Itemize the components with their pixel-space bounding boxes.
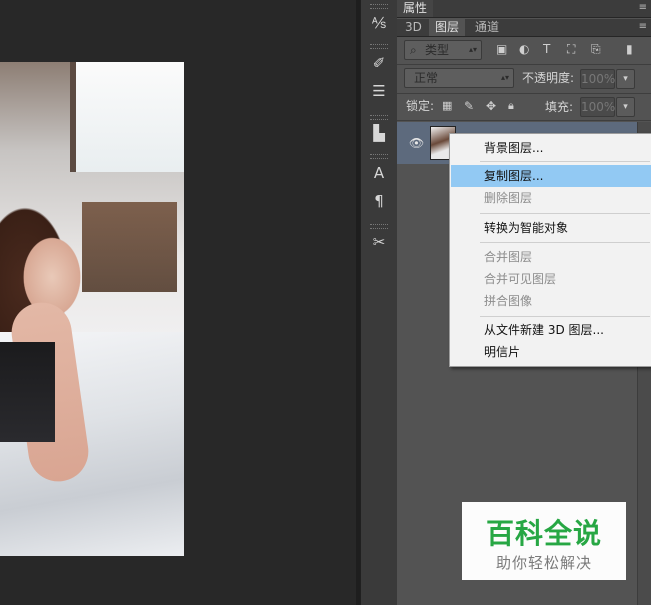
history-icon[interactable]: ⅍ (366, 12, 392, 34)
lock-move-icon[interactable]: ✥ (486, 97, 496, 115)
menu-item-merge-visible[interactable]: 合并可见图层 (451, 268, 651, 290)
menu-item-convert-smart-object[interactable]: 转换为智能对象 (451, 217, 651, 239)
document-canvas[interactable] (0, 0, 356, 605)
menu-item-delete-layer[interactable]: 删除图层 (451, 187, 651, 209)
lock-all-icon[interactable]: 🔒︎ (508, 97, 514, 115)
menu-item-duplicate-layer[interactable]: 复制图层... (451, 165, 651, 187)
menu-separator (480, 242, 650, 243)
tab-channels[interactable]: 通道 (469, 19, 505, 36)
menu-separator (480, 316, 650, 317)
layers-menu-icon[interactable]: ≡ (639, 19, 647, 34)
lock-transparent-icon[interactable]: ▦ (442, 97, 452, 115)
dock-grip[interactable] (370, 224, 388, 229)
menu-item-background-layer[interactable]: 背景图层... (451, 137, 651, 159)
separator (397, 64, 651, 65)
tool-presets-icon[interactable]: ✂ (366, 231, 392, 253)
chevron-down-icon: ▴▾ (500, 73, 509, 82)
tab-layers[interactable]: 图层 (429, 19, 466, 36)
properties-tabbar: 属性 ≡ (397, 0, 651, 18)
menu-separator (480, 161, 650, 162)
dock-grip[interactable] (370, 4, 388, 9)
menu-separator (480, 213, 650, 214)
opacity-dropdown-button[interactable]: ▾ (616, 69, 635, 89)
filter-kind-label: 类型 (425, 43, 450, 57)
search-icon: ⌕ (410, 43, 417, 57)
chevron-down-icon: ▴▾ (468, 45, 477, 54)
photo-image (0, 62, 184, 556)
watermark-title: 百科全说 (485, 517, 602, 550)
character-icon[interactable]: A (366, 162, 392, 184)
fill-label: 填充: (545, 100, 574, 114)
shape-filter-icon[interactable]: ⛶ (567, 40, 575, 58)
separator (397, 120, 651, 121)
watermark-logo: 百科全说 助你轻松解决 (462, 502, 626, 580)
fill-dropdown-button[interactable]: ▾ (616, 97, 635, 117)
dock-grip[interactable] (370, 44, 388, 49)
photo-window (70, 62, 184, 172)
opacity-input[interactable]: 100% (580, 69, 615, 89)
paragraph-icon[interactable]: ¶ (366, 190, 392, 212)
lock-brush-icon[interactable]: ✎ (464, 97, 474, 115)
photo-dress (0, 342, 55, 442)
blend-mode-select[interactable]: 正常 ▴▾ (404, 68, 514, 88)
adjustment-filter-icon[interactable]: ◐ (519, 40, 529, 58)
opacity-label: 不透明度: (522, 71, 575, 85)
dock-grip[interactable] (370, 154, 388, 159)
fill-input[interactable]: 100% (580, 97, 615, 117)
properties-menu-icon[interactable]: ≡ (639, 0, 647, 15)
separator (397, 93, 651, 94)
eye-icon[interactable]: 👁︎ (409, 136, 424, 150)
clone-source-icon[interactable]: ▙ (366, 122, 392, 144)
panel-dock-strip: ⅍ ✐ ☰ ▙ A ¶ ✂ (360, 0, 399, 605)
layers-tabbar: 3D 图层 通道 ≡ (397, 19, 651, 37)
type-filter-icon[interactable]: T (543, 40, 550, 58)
pixel-filter-icon[interactable]: ▣ (496, 40, 507, 58)
filter-toggle-icon[interactable]: ▮ (626, 40, 633, 58)
adjustments-icon[interactable]: ☰ (366, 80, 392, 102)
tab-3d[interactable]: 3D (399, 19, 428, 36)
layer-filter-select[interactable]: ⌕ 类型 ▴▾ (404, 40, 482, 60)
blend-mode-label: 正常 (414, 71, 439, 85)
photo-chair (82, 202, 177, 292)
menu-item-merge-layers[interactable]: 合并图层 (451, 246, 651, 268)
menu-item-flatten-image[interactable]: 拼合图像 (451, 290, 651, 312)
dock-grip[interactable] (370, 115, 388, 120)
watermark-subtitle: 助你轻松解决 (495, 554, 592, 572)
tab-properties[interactable]: 属性 (397, 0, 434, 17)
menu-item-postcard[interactable]: 明信片 (451, 341, 651, 363)
layer-context-menu: 背景图层... 复制图层... 删除图层 转换为智能对象 合并图层 合并可见图层… (449, 133, 651, 367)
lock-label: 锁定: (406, 99, 435, 113)
menu-item-new-3d-layer[interactable]: 从文件新建 3D 图层... (451, 319, 651, 341)
actions-icon[interactable]: ✐ (366, 52, 392, 74)
smart-object-filter-icon[interactable]: ⎘ (591, 40, 601, 58)
